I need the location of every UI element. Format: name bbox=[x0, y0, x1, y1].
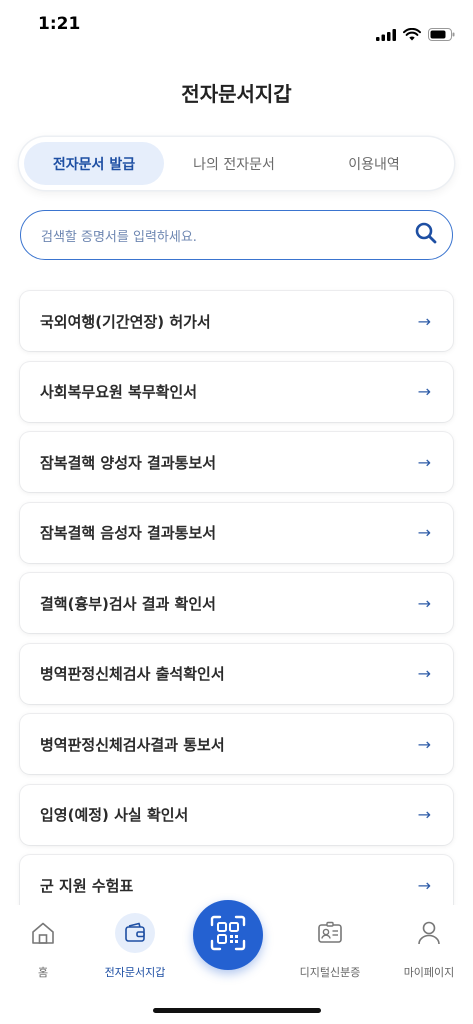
arrow-right-icon: → bbox=[417, 311, 431, 331]
list-item[interactable]: 입영(예정) 사실 확인서 → bbox=[20, 784, 453, 845]
arrow-right-icon: → bbox=[417, 593, 431, 613]
arrow-right-icon: → bbox=[417, 452, 431, 472]
list-item[interactable]: 잠복결핵 음성자 결과통보서 → bbox=[20, 502, 453, 563]
person-icon bbox=[409, 913, 449, 953]
id-card-icon bbox=[310, 913, 350, 953]
list-item-label: 국외여행(기간연장) 허가서 bbox=[40, 312, 211, 331]
list-item[interactable]: 잠복결핵 양성자 결과통보서 → bbox=[20, 432, 453, 492]
nav-wallet[interactable]: 전자문서지갑 bbox=[95, 913, 175, 980]
wallet-icon bbox=[115, 913, 155, 953]
document-list: 국외여행(기간연장) 허가서 → 사회복무요원 복무확인서 → 잠복결핵 양성자… bbox=[20, 291, 453, 926]
nav-mypage-label: 마이페이지 bbox=[403, 966, 455, 979]
home-icon bbox=[23, 913, 63, 953]
arrow-right-icon: → bbox=[417, 523, 431, 542]
arrow-right-icon: → bbox=[417, 382, 431, 401]
list-item[interactable]: 병역판정신체검사 출석확인서 → bbox=[20, 643, 453, 704]
nav-home[interactable]: 홈 bbox=[3, 913, 83, 980]
arrow-right-icon: → bbox=[417, 664, 431, 683]
search-input[interactable]: 검색할 증명서를 입력하세요. bbox=[41, 226, 414, 245]
status-time: 1:21 bbox=[38, 14, 81, 34]
battery-icon bbox=[428, 26, 455, 45]
search-icon[interactable] bbox=[414, 221, 438, 249]
page-title: 전자문서지갑 bbox=[181, 82, 292, 106]
list-item-label: 사회복무요원 복무확인서 bbox=[40, 383, 198, 401]
wifi-icon bbox=[403, 26, 421, 45]
list-item[interactable]: 국외여행(기간연장) 허가서 → bbox=[20, 291, 453, 351]
qr-scan-icon bbox=[209, 914, 247, 956]
arrow-right-icon: → bbox=[417, 734, 431, 754]
home-indicator bbox=[153, 1008, 321, 1013]
nav-mypage[interactable]: 마이페이지 bbox=[389, 913, 469, 980]
nav-digital-id-label: 디지털신분증 bbox=[299, 966, 361, 979]
list-item-label: 병역판정신체검사 출석확인서 bbox=[40, 665, 225, 683]
list-item[interactable]: 사회복무요원 복무확인서 → bbox=[20, 361, 453, 422]
list-item[interactable]: 병역판정신체검사결과 통보서 → bbox=[20, 714, 453, 774]
status-bar: 1:21 bbox=[0, 0, 473, 50]
list-item-label: 병역판정신체검사결과 통보서 bbox=[40, 735, 225, 754]
list-item-label: 군 지원 수험표 bbox=[40, 876, 134, 895]
tab-usage-history[interactable]: 이용내역 bbox=[304, 142, 444, 185]
arrow-right-icon: → bbox=[417, 805, 431, 824]
search-bar[interactable]: 검색할 증명서를 입력하세요. bbox=[20, 210, 453, 260]
list-item-label: 결핵(흉부)검사 결과 확인서 bbox=[40, 594, 216, 613]
qr-scan-button[interactable] bbox=[193, 900, 263, 970]
nav-home-label: 홈 bbox=[37, 966, 49, 979]
tab-bar: 전자문서 발급 나의 전자문서 이용내역 bbox=[19, 137, 454, 190]
list-item-label: 잠복결핵 양성자 결과통보서 bbox=[40, 453, 217, 472]
status-icons bbox=[376, 26, 455, 45]
tab-my-documents[interactable]: 나의 전자문서 bbox=[164, 142, 304, 185]
list-item[interactable]: 결핵(흉부)검사 결과 확인서 → bbox=[20, 573, 453, 633]
tab-document-issue[interactable]: 전자문서 발급 bbox=[24, 142, 164, 185]
nav-digital-id[interactable]: 디지털신분증 bbox=[290, 913, 370, 980]
list-item-label: 입영(예정) 사실 확인서 bbox=[40, 806, 189, 824]
list-item-label: 잠복결핵 음성자 결과통보서 bbox=[40, 524, 217, 542]
arrow-right-icon: → bbox=[417, 875, 431, 895]
bottom-nav: 홈 전자문서지갑 디지털신분증 마이페이지 bbox=[0, 900, 473, 1024]
nav-wallet-label: 전자문서지갑 bbox=[104, 966, 166, 979]
cellular-signal-icon bbox=[376, 26, 396, 45]
